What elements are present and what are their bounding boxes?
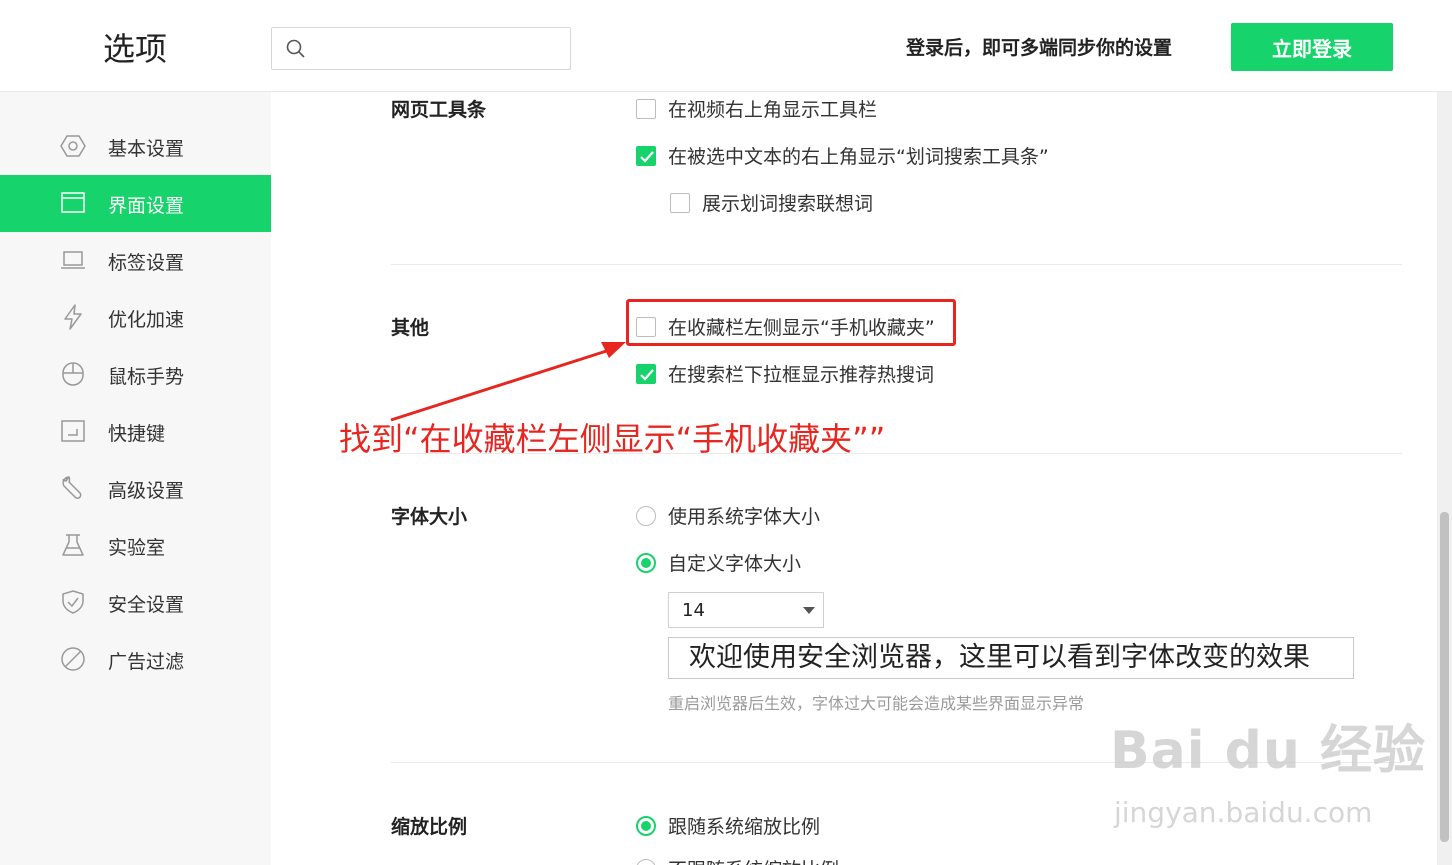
section-label-font-size: 字体大小 <box>391 506 468 528</box>
watermark: Bai du 经验 jingyan.baidu.com <box>1110 708 1426 829</box>
sidebar: 基本设置 界面设置 标签设置 优化加速 鼠标手势 快捷键 高级设置 实验室 安全… <box>0 92 271 865</box>
radio-checked[interactable] <box>636 552 656 573</box>
block-icon <box>61 647 85 671</box>
page-title: 选项 <box>103 30 168 68</box>
radio[interactable] <box>636 505 656 526</box>
window-icon <box>61 192 85 213</box>
sidebar-item-label: 基本设置 <box>108 138 185 160</box>
sidebar-item-label: 鼠标手势 <box>108 366 185 388</box>
font-size-value: 14 <box>682 600 705 621</box>
search-box[interactable] <box>271 27 571 70</box>
radio-checked[interactable] <box>636 815 656 836</box>
sidebar-item-label: 快捷键 <box>108 423 166 445</box>
option-custom-font-size[interactable]: 自定义字体大小 <box>636 549 801 576</box>
shortcut-key-icon <box>61 420 85 442</box>
watermark-brand: Bai du 经验 <box>1110 721 1426 781</box>
login-tip: 登录后，即可多端同步你的设置 <box>906 37 1173 59</box>
lightning-icon <box>64 304 82 330</box>
chevron-down-icon <box>803 607 815 614</box>
login-button[interactable]: 立即登录 <box>1231 23 1393 71</box>
sidebar-item-mouse[interactable]: 鼠标手势 <box>0 346 271 403</box>
sidebar-item-adblock[interactable]: 广告过滤 <box>0 631 271 688</box>
option-label: 跟随系统缩放比例 <box>668 816 821 838</box>
scrollbar[interactable] <box>1437 92 1452 865</box>
flask-icon <box>62 534 84 556</box>
sidebar-item-advanced[interactable]: 高级设置 <box>0 460 271 517</box>
scrollbar-thumb[interactable] <box>1440 512 1449 842</box>
watermark-url: jingyan.baidu.com <box>1114 796 1373 829</box>
divider <box>391 453 1402 454</box>
sidebar-item-tabs[interactable]: 标签设置 <box>0 232 271 289</box>
sidebar-item-label: 标签设置 <box>108 252 185 274</box>
sidebar-item-interface[interactable]: 界面设置 <box>0 175 271 232</box>
section-label-zoom: 缩放比例 <box>391 816 468 838</box>
sidebar-item-label: 广告过滤 <box>108 651 185 673</box>
sidebar-item-label: 实验室 <box>108 537 166 559</box>
sidebar-item-speed[interactable]: 优化加速 <box>0 289 271 346</box>
sidebar-item-label: 界面设置 <box>108 195 185 217</box>
sidebar-item-lab[interactable]: 实验室 <box>0 517 271 574</box>
shield-icon <box>62 590 84 614</box>
option-label: 自定义字体大小 <box>668 553 802 575</box>
header: 选项 登录后，即可多端同步你的设置 立即登录 <box>0 0 1452 92</box>
option-no-follow-system-zoom[interactable]: 不跟随系统缩放比例 <box>636 855 839 865</box>
sidebar-item-shortcut[interactable]: 快捷键 <box>0 403 271 460</box>
sidebar-item-label: 优化加速 <box>108 309 185 331</box>
search-input[interactable] <box>316 32 560 64</box>
hexagon-settings-icon <box>60 135 86 157</box>
sidebar-item-label: 安全设置 <box>108 594 185 616</box>
mouse-icon <box>62 362 84 386</box>
wrench-icon <box>62 476 82 499</box>
sidebar-item-security[interactable]: 安全设置 <box>0 574 271 631</box>
font-preview: 欢迎使用安全浏览器，这里可以看到字体改变的效果 <box>668 637 1354 679</box>
option-label: 不跟随系统缩放比例 <box>668 855 839 865</box>
font-hint: 重启浏览器后生效，字体过大可能会造成某些界面显示异常 <box>668 694 1085 713</box>
tab-icon <box>61 251 85 269</box>
radio[interactable] <box>636 858 656 865</box>
option-system-font-size[interactable]: 使用系统字体大小 <box>636 502 820 529</box>
search-icon <box>286 39 305 58</box>
font-size-select[interactable]: 14 <box>668 592 824 628</box>
option-follow-system-zoom[interactable]: 跟随系统缩放比例 <box>636 812 820 839</box>
sidebar-item-basic[interactable]: 基本设置 <box>0 118 271 175</box>
sidebar-item-label: 高级设置 <box>108 480 185 502</box>
option-label: 使用系统字体大小 <box>668 506 821 528</box>
